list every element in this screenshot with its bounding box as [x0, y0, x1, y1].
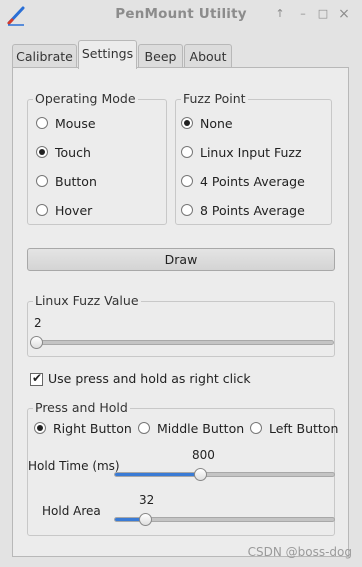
radio-indicator[interactable] — [138, 422, 150, 434]
radio-label: Mouse — [55, 116, 96, 131]
check-icon: ✔ — [32, 371, 43, 385]
tab-about[interactable]: About — [184, 44, 232, 68]
radio-label: Right Button — [53, 421, 132, 436]
radio-indicator[interactable] — [36, 204, 48, 216]
radio-selected-dot — [39, 149, 45, 155]
title-bar[interactable]: PenMount Utility ↑ – □ × — [0, 0, 362, 30]
radio-indicator[interactable] — [34, 422, 46, 434]
radio-indicator[interactable] — [36, 146, 48, 158]
slider-handle[interactable] — [139, 513, 152, 526]
minimize-icon[interactable]: – — [296, 7, 310, 21]
linux-fuzz-title: Linux Fuzz Value — [33, 293, 141, 308]
radio-label: Button — [55, 174, 97, 189]
radio-label: Middle Button — [157, 421, 245, 436]
draw-button[interactable]: Draw — [27, 248, 335, 271]
radio-indicator[interactable] — [181, 204, 193, 216]
pin-icon[interactable]: ↑ — [273, 7, 287, 21]
right-click-checkbox-label: Use press and hold as right click — [48, 371, 251, 386]
press-and-hold-group: Press and Hold Right Button Middle Butto… — [27, 400, 339, 536]
hold-area-label: Hold Area — [42, 504, 101, 518]
radio-indicator[interactable] — [250, 422, 262, 434]
radio-label: 4 Points Average — [200, 174, 305, 189]
app-window: PenMount Utility ↑ – □ × Calibrate Setti… — [0, 0, 362, 567]
hold-time-slider[interactable] — [114, 472, 335, 477]
radio-label: Touch — [55, 145, 91, 160]
hold-area-value: 32 — [139, 493, 155, 507]
radio-indicator[interactable] — [181, 175, 193, 187]
slider-fill — [115, 473, 201, 476]
fuzz-point-group: Fuzz Point None Linux Input Fuzz 4 Point… — [175, 91, 332, 225]
right-click-checkbox[interactable]: ✔ — [30, 371, 43, 386]
linux-fuzz-slider[interactable] — [30, 340, 334, 345]
radio-indicator[interactable] — [181, 117, 193, 129]
slider-handle[interactable] — [194, 468, 207, 481]
maximize-icon[interactable]: □ — [316, 7, 330, 21]
fuzz-point-title: Fuzz Point — [181, 91, 248, 106]
tab-settings[interactable]: Settings — [78, 40, 137, 69]
linux-fuzz-value: 2 — [34, 316, 42, 330]
press-and-hold-title: Press and Hold — [33, 400, 130, 415]
hold-time-label: Hold Time (ms) — [28, 459, 120, 473]
hold-time-value: 800 — [192, 448, 215, 462]
radio-label: None — [200, 116, 233, 131]
tab-beep[interactable]: Beep — [138, 44, 183, 68]
linux-fuzz-group: Linux Fuzz Value 2 — [27, 293, 335, 357]
settings-panel: Operating Mode Mouse Touch Button Hover … — [12, 67, 349, 557]
radio-label: 8 Points Average — [200, 203, 305, 218]
tab-calibrate[interactable]: Calibrate — [12, 44, 77, 68]
operating-mode-title: Operating Mode — [33, 91, 138, 106]
radio-selected-dot — [184, 120, 190, 126]
radio-indicator[interactable] — [181, 146, 193, 158]
radio-label: Hover — [55, 203, 93, 218]
radio-selected-dot — [37, 425, 43, 431]
watermark: CSDN @boss-dog — [247, 545, 352, 559]
radio-indicator[interactable] — [36, 175, 48, 187]
radio-indicator[interactable] — [36, 117, 48, 129]
radio-label: Left Button — [269, 421, 339, 436]
operating-mode-group: Operating Mode Mouse Touch Button Hover — [27, 91, 167, 225]
slider-handle[interactable] — [30, 336, 43, 349]
radio-label: Linux Input Fuzz — [200, 145, 302, 160]
close-icon[interactable]: × — [337, 7, 351, 21]
